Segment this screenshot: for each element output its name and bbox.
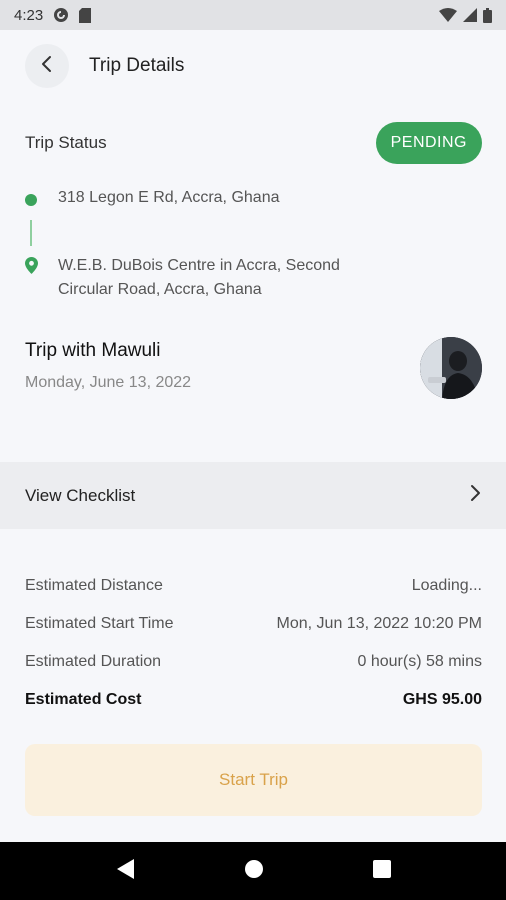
trip-estimates: Estimated Distance Loading... Estimated … xyxy=(25,567,482,719)
battery-icon xyxy=(483,7,492,23)
chevron-right-icon xyxy=(469,484,481,507)
detail-value: Mon, Jun 13, 2022 10:20 PM xyxy=(276,615,482,632)
detail-label: Estimated Duration xyxy=(25,653,162,670)
estimated-duration-row: Estimated Duration 0 hour(s) 58 mins xyxy=(25,643,482,681)
back-triangle-icon[interactable] xyxy=(115,858,135,885)
detail-value: GHS 95.00 xyxy=(402,691,482,708)
sd-card-icon xyxy=(79,7,92,23)
start-trip-button[interactable]: Start Trip xyxy=(25,744,482,816)
estimated-start-time-row: Estimated Start Time Mon, Jun 13, 2022 1… xyxy=(25,605,482,643)
page-title: Trip Details xyxy=(89,55,185,76)
estimated-distance-row: Estimated Distance Loading... xyxy=(25,567,482,605)
chevron-left-icon xyxy=(40,55,54,78)
signal-icon xyxy=(463,8,477,22)
pickup-address: 318 Legon E Rd, Accra, Ghana xyxy=(58,189,280,206)
status-time: 4:23 xyxy=(14,6,44,24)
detail-value: 0 hour(s) 58 mins xyxy=(357,653,483,670)
trip-title: Trip with Mawuli xyxy=(25,340,161,361)
dropoff-point: W.E.B. DuBois Centre in Accra, Second Ci… xyxy=(25,254,388,302)
detail-label: Estimated Start Time xyxy=(25,615,174,632)
trip-status-label: Trip Status xyxy=(25,133,107,152)
status-bar: 4:23 xyxy=(0,0,506,30)
pickup-point: 318 Legon E Rd, Accra, Ghana xyxy=(25,186,279,210)
estimated-cost-row: Estimated Cost GHS 95.00 xyxy=(25,681,482,719)
detail-label: Estimated Distance xyxy=(25,577,163,594)
recents-square-icon[interactable] xyxy=(373,859,392,883)
home-circle-icon[interactable] xyxy=(244,859,264,884)
trip-date: Monday, June 13, 2022 xyxy=(25,374,192,391)
pocket-casts-icon xyxy=(53,7,69,23)
app-header: Trip Details xyxy=(0,30,506,102)
wifi-icon xyxy=(439,8,457,22)
system-nav-bar xyxy=(0,842,506,900)
back-button[interactable] xyxy=(25,44,69,88)
trip-status-row: Trip Status PENDING xyxy=(25,122,482,164)
view-checklist-row[interactable]: View Checklist xyxy=(0,462,506,529)
pickup-dot-icon xyxy=(25,194,37,206)
dropoff-address: W.E.B. DuBois Centre in Accra, Second Ci… xyxy=(58,257,340,298)
detail-label: Estimated Cost xyxy=(25,691,142,708)
view-checklist-label: View Checklist xyxy=(25,485,136,505)
detail-value: Loading... xyxy=(411,577,482,594)
avatar xyxy=(420,337,482,399)
route-connector xyxy=(30,220,32,246)
status-badge: PENDING xyxy=(375,122,482,164)
location-pin-icon xyxy=(25,257,38,302)
